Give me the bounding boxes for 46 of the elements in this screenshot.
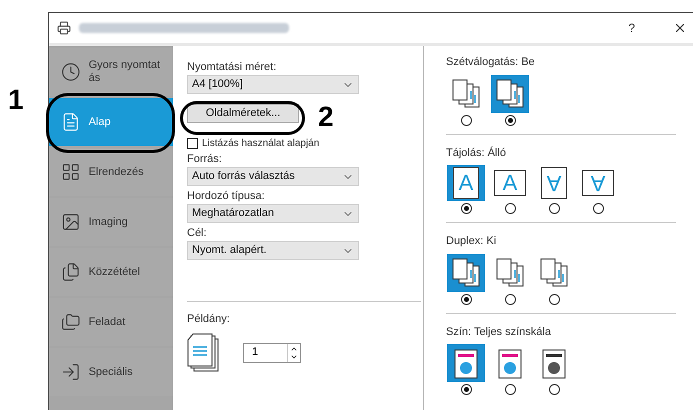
radio-button[interactable]: [460, 384, 472, 395]
exit-icon: [61, 362, 81, 382]
help-button[interactable]: ?: [628, 19, 635, 37]
group-label: Szétválogatás: Be: [446, 55, 536, 70]
group-label: Szín: Teljes színskála: [446, 324, 552, 340]
radio-button[interactable]: [548, 294, 560, 304]
printer-icon: [57, 21, 71, 35]
page-stack-icon: [447, 254, 485, 292]
group-label: Duplex: Ki: [446, 234, 498, 249]
image-icon: [61, 212, 81, 232]
callout-number: 1: [8, 86, 24, 114]
field-label: Cél:: [187, 226, 208, 241]
copies-pages-icon: [187, 332, 221, 372]
clock-icon: [61, 62, 81, 82]
group-label: Tájolás: Álló: [446, 146, 507, 160]
radio-button[interactable]: [460, 203, 472, 214]
radio-button[interactable]: [504, 384, 516, 395]
copies-spinbox[interactable]: 1: [243, 342, 301, 362]
page-icon: [61, 112, 81, 132]
radio-button[interactable]: [504, 114, 516, 126]
field-label: Nyomtatási méret:: [187, 60, 278, 75]
callout-number: 2: [318, 103, 334, 131]
field-label: Hordozó típusa:: [187, 189, 266, 204]
radio-button[interactable]: [548, 384, 560, 395]
close-icon[interactable]: [673, 21, 687, 35]
grid-icon: [61, 162, 81, 182]
checkbox[interactable]: [187, 138, 198, 149]
field-label: Példány:: [187, 312, 231, 327]
radio-button[interactable]: [504, 294, 516, 304]
field-label: Forrás:: [187, 152, 223, 167]
radio-button[interactable]: [592, 203, 604, 214]
document-icon: [61, 262, 81, 282]
stacked-pages-icon: [491, 74, 529, 112]
page-sizes-button[interactable]: Oldalméretek...: [187, 104, 299, 123]
radio-button[interactable]: [504, 203, 516, 214]
dropdown[interactable]: Nyomt. alapért.: [187, 241, 359, 260]
dropdown[interactable]: A4 [100%]: [187, 75, 359, 94]
folders-icon: [61, 312, 81, 332]
radio-button[interactable]: [460, 114, 472, 126]
dropdown[interactable]: Meghatározatlan: [187, 204, 359, 223]
page-letter-icon: A: [447, 165, 485, 201]
radio-button[interactable]: [460, 294, 472, 304]
color-page-icon: [447, 344, 485, 382]
checkbox-label: Listázás használat alapján: [202, 138, 320, 149]
dropdown[interactable]: Auto forrás választás: [187, 167, 359, 186]
radio-button[interactable]: [548, 203, 560, 214]
